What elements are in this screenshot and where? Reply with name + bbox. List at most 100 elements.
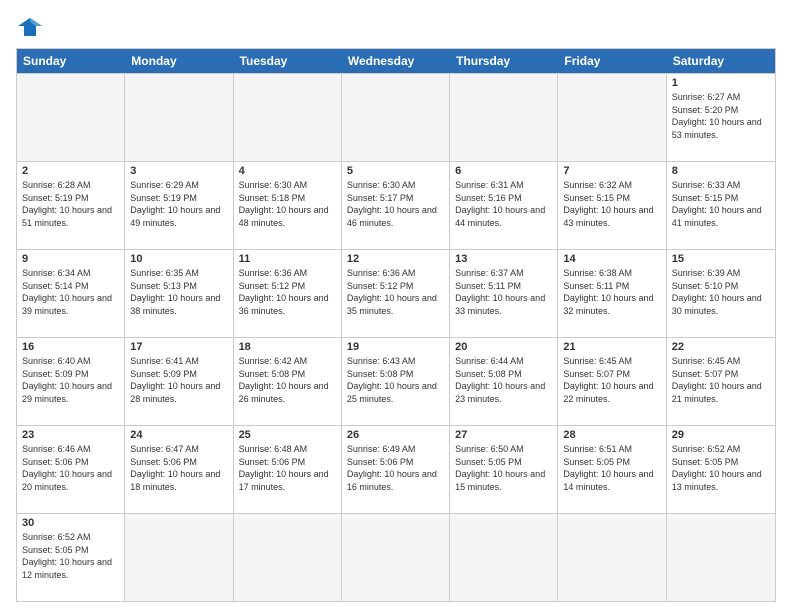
day-info: Sunrise: 6:31 AM Sunset: 5:16 PM Dayligh… xyxy=(455,179,552,229)
day-number: 3 xyxy=(130,165,227,177)
calendar-cell: 22 Sunrise: 6:45 AM Sunset: 5:07 PM Dayli… xyxy=(667,338,775,425)
calendar-cell: 21Sunrise: 6:45 AM Sunset: 5:07 PM Dayli… xyxy=(558,338,666,425)
calendar: SundayMondayTuesdayWednesdayThursdayFrid… xyxy=(16,48,776,602)
day-info: Sunrise: 6:52 AM Sunset: 5:05 PM Dayligh… xyxy=(22,531,119,581)
calendar-cell xyxy=(125,74,233,161)
day-info: Sunrise: 6:46 AM Sunset: 5:06 PM Dayligh… xyxy=(22,443,119,493)
day-number: 27 xyxy=(455,429,552,441)
calendar-cell xyxy=(234,514,342,601)
calendar-cell: 15Sunrise: 6:39 AM Sunset: 5:10 PM Dayli… xyxy=(667,250,775,337)
calendar-cell: 13Sunrise: 6:37 AM Sunset: 5:11 PM Dayli… xyxy=(450,250,558,337)
calendar-row: 30 Sunrise: 6:52 AM Sunset: 5:05 PM Dayli… xyxy=(17,513,775,601)
calendar-cell: 5 Sunrise: 6:30 AM Sunset: 5:17 PM Daylig… xyxy=(342,162,450,249)
calendar-row: 2Sunrise: 6:28 AM Sunset: 5:19 PM Daylig… xyxy=(17,161,775,249)
calendar-cell: 18Sunrise: 6:42 AM Sunset: 5:08 PM Dayli… xyxy=(234,338,342,425)
day-info: Sunrise: 6:48 AM Sunset: 5:06 PM Dayligh… xyxy=(239,443,336,493)
day-number: 11 xyxy=(239,253,336,265)
day-info: Sunrise: 6:45 AM Sunset: 5:07 PM Dayligh… xyxy=(672,355,770,405)
day-info: Sunrise: 6:30 AM Sunset: 5:18 PM Dayligh… xyxy=(239,179,336,229)
calendar-cell: 8 Sunrise: 6:33 AM Sunset: 5:15 PM Daylig… xyxy=(667,162,775,249)
day-info: Sunrise: 6:51 AM Sunset: 5:05 PM Dayligh… xyxy=(563,443,660,493)
calendar-cell: 4 Sunrise: 6:30 AM Sunset: 5:18 PM Daylig… xyxy=(234,162,342,249)
day-number: 23 xyxy=(22,429,119,441)
day-of-week-header: Tuesday xyxy=(234,49,342,73)
calendar-cell: 2Sunrise: 6:28 AM Sunset: 5:19 PM Daylig… xyxy=(17,162,125,249)
day-info: Sunrise: 6:29 AM Sunset: 5:19 PM Dayligh… xyxy=(130,179,227,229)
calendar-header: SundayMondayTuesdayWednesdayThursdayFrid… xyxy=(17,49,775,73)
calendar-cell xyxy=(558,74,666,161)
day-info: Sunrise: 6:50 AM Sunset: 5:05 PM Dayligh… xyxy=(455,443,552,493)
day-info: Sunrise: 6:44 AM Sunset: 5:08 PM Dayligh… xyxy=(455,355,552,405)
calendar-cell: 25 Sunrise: 6:48 AM Sunset: 5:06 PM Dayli… xyxy=(234,426,342,513)
day-number: 19 xyxy=(347,341,444,353)
day-info: Sunrise: 6:34 AM Sunset: 5:14 PM Dayligh… xyxy=(22,267,119,317)
day-number: 28 xyxy=(563,429,660,441)
day-info: Sunrise: 6:33 AM Sunset: 5:15 PM Dayligh… xyxy=(672,179,770,229)
calendar-cell: 28 Sunrise: 6:51 AM Sunset: 5:05 PM Dayli… xyxy=(558,426,666,513)
day-info: Sunrise: 6:36 AM Sunset: 5:12 PM Dayligh… xyxy=(239,267,336,317)
day-number: 10 xyxy=(130,253,227,265)
day-info: Sunrise: 6:47 AM Sunset: 5:06 PM Dayligh… xyxy=(130,443,227,493)
day-info: Sunrise: 6:28 AM Sunset: 5:19 PM Dayligh… xyxy=(22,179,119,229)
logo-icon xyxy=(16,16,44,38)
day-number: 5 xyxy=(347,165,444,177)
day-number: 1 xyxy=(672,77,770,89)
calendar-cell: 24 Sunrise: 6:47 AM Sunset: 5:06 PM Dayli… xyxy=(125,426,233,513)
calendar-cell: 17 Sunrise: 6:41 AM Sunset: 5:09 PM Dayli… xyxy=(125,338,233,425)
day-info: Sunrise: 6:27 AM Sunset: 5:20 PM Dayligh… xyxy=(672,91,770,141)
calendar-cell: 3 Sunrise: 6:29 AM Sunset: 5:19 PM Daylig… xyxy=(125,162,233,249)
day-info: Sunrise: 6:41 AM Sunset: 5:09 PM Dayligh… xyxy=(130,355,227,405)
calendar-cell: 6 Sunrise: 6:31 AM Sunset: 5:16 PM Daylig… xyxy=(450,162,558,249)
day-info: Sunrise: 6:45 AM Sunset: 5:07 PM Dayligh… xyxy=(563,355,660,405)
calendar-cell xyxy=(125,514,233,601)
calendar-cell xyxy=(667,514,775,601)
calendar-cell: 12Sunrise: 6:36 AM Sunset: 5:12 PM Dayli… xyxy=(342,250,450,337)
day-number: 7 xyxy=(563,165,660,177)
calendar-cell xyxy=(17,74,125,161)
day-info: Sunrise: 6:30 AM Sunset: 5:17 PM Dayligh… xyxy=(347,179,444,229)
calendar-cell: 19Sunrise: 6:43 AM Sunset: 5:08 PM Dayli… xyxy=(342,338,450,425)
calendar-cell: 29Sunrise: 6:52 AM Sunset: 5:05 PM Dayli… xyxy=(667,426,775,513)
day-info: Sunrise: 6:49 AM Sunset: 5:06 PM Dayligh… xyxy=(347,443,444,493)
day-number: 25 xyxy=(239,429,336,441)
day-number: 30 xyxy=(22,517,119,529)
day-of-week-header: Saturday xyxy=(667,49,775,73)
calendar-cell: 7 Sunrise: 6:32 AM Sunset: 5:15 PM Daylig… xyxy=(558,162,666,249)
day-of-week-header: Sunday xyxy=(17,49,125,73)
day-number: 6 xyxy=(455,165,552,177)
calendar-cell xyxy=(342,74,450,161)
calendar-row: 16 Sunrise: 6:40 AM Sunset: 5:09 PM Dayli… xyxy=(17,337,775,425)
day-of-week-header: Thursday xyxy=(450,49,558,73)
calendar-cell: 10 Sunrise: 6:35 AM Sunset: 5:13 PM Dayli… xyxy=(125,250,233,337)
day-info: Sunrise: 6:35 AM Sunset: 5:13 PM Dayligh… xyxy=(130,267,227,317)
day-number: 4 xyxy=(239,165,336,177)
calendar-cell xyxy=(342,514,450,601)
day-info: Sunrise: 6:39 AM Sunset: 5:10 PM Dayligh… xyxy=(672,267,770,317)
day-info: Sunrise: 6:40 AM Sunset: 5:09 PM Dayligh… xyxy=(22,355,119,405)
day-info: Sunrise: 6:37 AM Sunset: 5:11 PM Dayligh… xyxy=(455,267,552,317)
day-number: 17 xyxy=(130,341,227,353)
day-number: 14 xyxy=(563,253,660,265)
calendar-cell: 20 Sunrise: 6:44 AM Sunset: 5:08 PM Dayli… xyxy=(450,338,558,425)
day-info: Sunrise: 6:32 AM Sunset: 5:15 PM Dayligh… xyxy=(563,179,660,229)
day-number: 18 xyxy=(239,341,336,353)
calendar-cell: 11 Sunrise: 6:36 AM Sunset: 5:12 PM Dayli… xyxy=(234,250,342,337)
day-number: 8 xyxy=(672,165,770,177)
day-number: 22 xyxy=(672,341,770,353)
day-number: 20 xyxy=(455,341,552,353)
day-info: Sunrise: 6:38 AM Sunset: 5:11 PM Dayligh… xyxy=(563,267,660,317)
calendar-cell: 23 Sunrise: 6:46 AM Sunset: 5:06 PM Dayli… xyxy=(17,426,125,513)
calendar-cell: 26Sunrise: 6:49 AM Sunset: 5:06 PM Dayli… xyxy=(342,426,450,513)
calendar-cell xyxy=(234,74,342,161)
calendar-cell: 16 Sunrise: 6:40 AM Sunset: 5:09 PM Dayli… xyxy=(17,338,125,425)
calendar-cell: 9Sunrise: 6:34 AM Sunset: 5:14 PM Daylig… xyxy=(17,250,125,337)
page: SundayMondayTuesdayWednesdayThursdayFrid… xyxy=(0,0,792,612)
day-of-week-header: Wednesday xyxy=(342,49,450,73)
day-number: 29 xyxy=(672,429,770,441)
calendar-row: 1 Sunrise: 6:27 AM Sunset: 5:20 PM Daylig… xyxy=(17,73,775,161)
day-number: 16 xyxy=(22,341,119,353)
day-number: 24 xyxy=(130,429,227,441)
header xyxy=(16,16,776,38)
calendar-cell: 27 Sunrise: 6:50 AM Sunset: 5:05 PM Dayli… xyxy=(450,426,558,513)
day-of-week-header: Friday xyxy=(558,49,666,73)
